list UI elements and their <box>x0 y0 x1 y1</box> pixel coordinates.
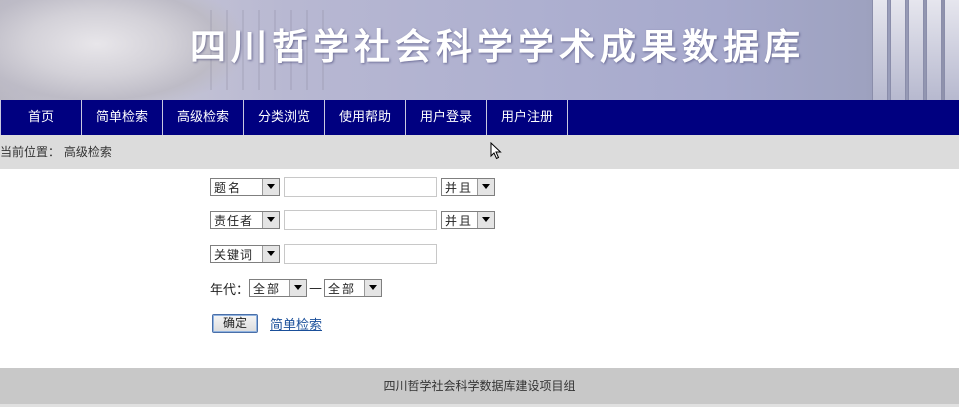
submit-button[interactable]: 确定 <box>212 313 258 333</box>
nav-item-login[interactable]: 用户登录 <box>406 100 487 135</box>
chevron-down-icon <box>289 280 307 296</box>
field-select-keyword[interactable]: 关键词 <box>210 245 280 263</box>
nav-item-advanced-search[interactable]: 高级检索 <box>163 100 244 135</box>
nav-item-browse[interactable]: 分类浏览 <box>244 100 325 135</box>
year-from-select[interactable]: 全部 <box>249 279 308 297</box>
breadcrumb-prefix: 当前位置： <box>0 145 61 159</box>
year-label: 年代： <box>210 282 250 298</box>
breadcrumb: 当前位置： 高级检索 <box>0 135 959 169</box>
chevron-down-icon <box>262 246 279 262</box>
title-input[interactable] <box>284 177 437 197</box>
keyword-input[interactable] <box>284 244 437 264</box>
breadcrumb-current: 高级检索 <box>63 145 112 159</box>
banner-bamboo-slip <box>944 0 959 100</box>
chevron-down-icon <box>262 212 279 228</box>
mouse-cursor-icon <box>490 142 502 160</box>
year-to-select[interactable]: 全部 <box>324 279 383 297</box>
header-banner: 四川哲学社会科学学术成果数据库 <box>0 0 959 100</box>
logic-select-2[interactable]: 并且 <box>441 211 495 229</box>
banner-bamboo-slip <box>890 0 906 100</box>
nav-item-home[interactable]: 首页 <box>0 100 82 135</box>
footer: 四川哲学社会科学数据库建设项目组 <box>0 368 959 404</box>
chevron-down-icon <box>477 179 494 195</box>
field-select-author[interactable]: 责任者 <box>210 211 280 229</box>
nav-item-register[interactable]: 用户注册 <box>487 100 568 135</box>
search-row-keyword: 关键词 <box>210 243 437 265</box>
simple-search-link[interactable]: 简单检索 <box>270 314 322 333</box>
nav-item-help[interactable]: 使用帮助 <box>325 100 406 135</box>
nav-item-simple-search[interactable]: 简单检索 <box>82 100 163 135</box>
search-row-title: 题名 并且 <box>210 176 495 198</box>
year-range-row: 年代： 全部 — 全部 <box>210 277 383 299</box>
logic-select-1[interactable]: 并且 <box>441 178 495 196</box>
form-actions: 确定 简单检索 <box>210 312 322 334</box>
field-select-title[interactable]: 题名 <box>210 178 280 196</box>
banner-bamboo-slip <box>872 0 888 100</box>
year-separator: — <box>309 280 323 296</box>
footer-text: 四川哲学社会科学数据库建设项目组 <box>383 379 576 393</box>
banner-bamboo-slip <box>908 0 924 100</box>
chevron-down-icon <box>262 179 279 195</box>
banner-bamboo-slip <box>926 0 942 100</box>
author-input[interactable] <box>284 210 437 230</box>
site-title: 四川哲学社会科学学术成果数据库 <box>190 27 806 68</box>
main-nav: 首页 简单检索 高级检索 分类浏览 使用帮助 用户登录 用户注册 <box>0 100 959 135</box>
chevron-down-icon <box>364 280 382 296</box>
chevron-down-icon <box>477 212 494 228</box>
search-row-author: 责任者 并且 <box>210 209 495 231</box>
